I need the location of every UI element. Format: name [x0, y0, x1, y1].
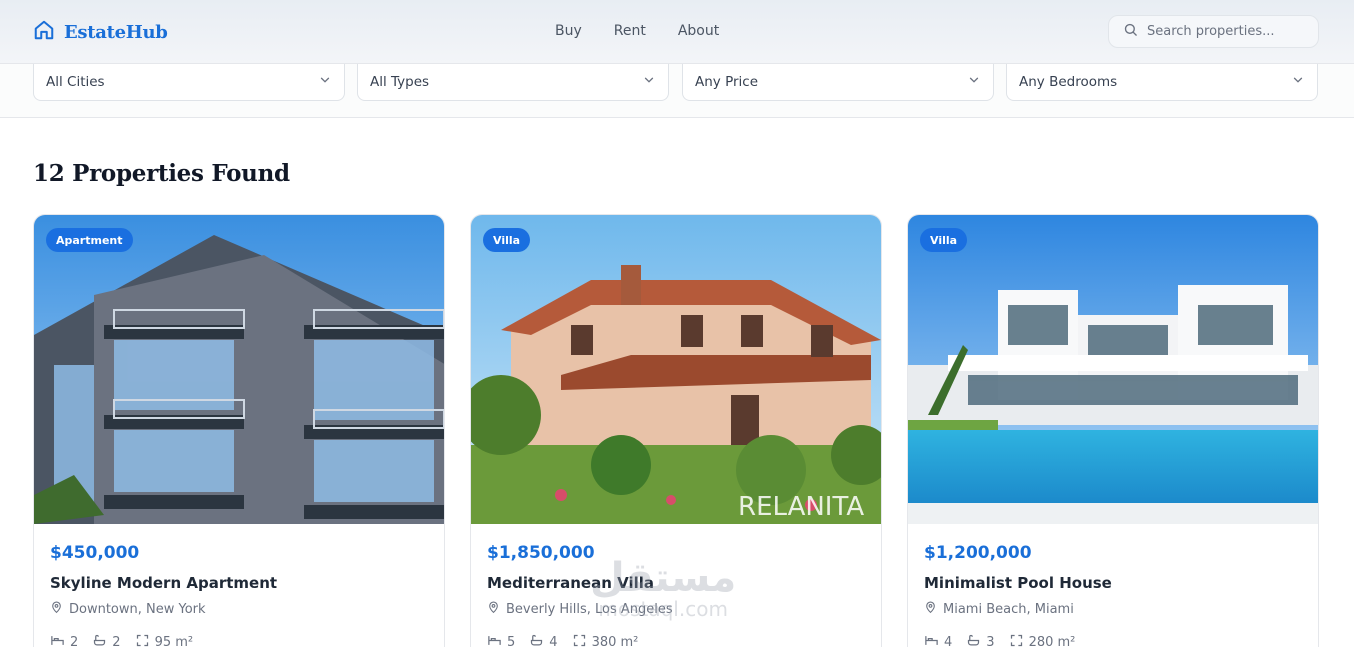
baths-count: 2 [112, 635, 121, 647]
baths-spec: 3 [966, 633, 995, 647]
area-spec: 95 m² [135, 633, 194, 647]
map-pin-icon [487, 601, 500, 618]
property-location: Beverly Hills, Los Angeles [487, 601, 673, 618]
bedrooms-filter-select[interactable]: Any Bedrooms [1006, 64, 1318, 101]
chevron-down-icon [642, 73, 656, 91]
property-specs: 2 2 95 m² [50, 633, 193, 647]
area-value: 380 m² [591, 635, 639, 647]
baths-spec: 2 [92, 633, 121, 647]
property-price: $1,850,000 [487, 543, 595, 563]
chevron-down-icon [967, 73, 981, 91]
nav-buy[interactable]: Buy [555, 23, 582, 39]
property-type-badge: Villa [920, 228, 968, 252]
nav-about[interactable]: About [678, 23, 719, 39]
search-box[interactable] [1108, 15, 1319, 48]
location-text: Miami Beach, Miami [943, 602, 1074, 617]
top-navbar: EstateHub Buy Rent About [0, 0, 1354, 64]
property-image: RELANITA [471, 215, 881, 524]
area-spec: 280 m² [1009, 633, 1076, 647]
beds-spec: 5 [487, 633, 515, 647]
beds-count: 2 [70, 635, 79, 647]
property-title[interactable]: Mediterranean Villa [487, 574, 654, 592]
location-text: Downtown, New York [69, 602, 206, 617]
map-pin-icon [50, 601, 63, 618]
area-spec: 380 m² [572, 633, 639, 647]
results-count-heading: 12 Properties Found [33, 160, 290, 187]
property-card[interactable]: Apartment $450,000 Skyline Modern Apartm… [33, 214, 445, 647]
bed-icon [50, 633, 65, 647]
property-type-badge: Villa [483, 228, 531, 252]
area-icon [1009, 633, 1024, 647]
area-value: 280 m² [1028, 635, 1076, 647]
property-specs: 5 4 380 m² [487, 633, 638, 647]
baths-count: 4 [549, 635, 558, 647]
bed-icon [487, 633, 502, 647]
property-image [34, 215, 444, 524]
property-title[interactable]: Skyline Modern Apartment [50, 574, 277, 592]
bedrooms-filter-label: Any Bedrooms [1019, 74, 1118, 90]
filter-bar: All Cities All Types Any Price Any Bedro… [0, 64, 1354, 118]
bath-icon [529, 633, 544, 647]
bath-icon [966, 633, 981, 647]
baths-count: 3 [986, 635, 995, 647]
chevron-down-icon [318, 73, 332, 91]
bath-icon [92, 633, 107, 647]
type-filter-label: All Types [370, 74, 430, 90]
beds-count: 4 [944, 635, 953, 647]
bed-icon [924, 633, 939, 647]
property-card[interactable]: Villa $1,200,000 Minimalist Pool House M… [907, 214, 1319, 647]
home-icon [33, 19, 55, 45]
property-specs: 4 3 280 m² [924, 633, 1075, 647]
brand-name: EstateHub [64, 21, 168, 43]
property-price: $1,200,000 [924, 543, 1032, 563]
property-location: Downtown, New York [50, 601, 206, 618]
property-title[interactable]: Minimalist Pool House [924, 574, 1112, 592]
image-overlay-text: RELANITA [738, 492, 864, 522]
city-filter-label: All Cities [46, 74, 105, 90]
beds-spec: 2 [50, 633, 78, 647]
property-type-badge: Apartment [46, 228, 133, 252]
price-filter-select[interactable]: Any Price [682, 64, 994, 101]
property-price: $450,000 [50, 543, 140, 563]
property-image [908, 215, 1318, 524]
location-text: Beverly Hills, Los Angeles [506, 602, 673, 617]
map-pin-icon [924, 601, 937, 618]
search-input[interactable] [1147, 24, 1297, 39]
city-filter-select[interactable]: All Cities [33, 64, 345, 101]
type-filter-select[interactable]: All Types [357, 64, 669, 101]
area-icon [135, 633, 150, 647]
property-card[interactable]: RELANITA Villa $1,850,000 Mediterranean … [470, 214, 882, 647]
area-icon [572, 633, 587, 647]
beds-spec: 4 [924, 633, 952, 647]
brand-logo[interactable]: EstateHub [33, 19, 168, 45]
search-icon [1123, 22, 1138, 41]
nav-rent[interactable]: Rent [614, 23, 646, 39]
beds-count: 5 [507, 635, 516, 647]
price-filter-label: Any Price [695, 74, 759, 90]
area-value: 95 m² [154, 635, 194, 647]
chevron-down-icon [1291, 73, 1305, 91]
main-nav: Buy Rent About [555, 23, 719, 39]
property-location: Miami Beach, Miami [924, 601, 1074, 618]
baths-spec: 4 [529, 633, 558, 647]
